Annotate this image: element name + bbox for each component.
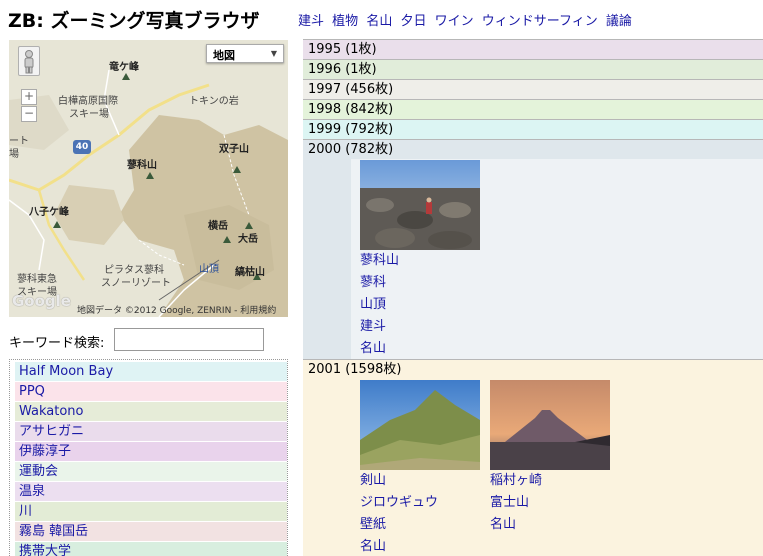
- photo-green-ridge[interactable]: [360, 380, 480, 470]
- keyword-item[interactable]: Wakatono: [15, 402, 287, 422]
- photo-tag-link[interactable]: 建斗: [360, 316, 480, 338]
- zoom-out-button[interactable]: −: [21, 106, 37, 122]
- map-type-select[interactable]: 地図 ▼: [206, 44, 284, 63]
- map-label-edge-2: 場: [9, 149, 19, 160]
- map-type-label: 地図: [213, 49, 235, 62]
- year-row[interactable]: 1997 (456枚): [303, 79, 763, 99]
- year-row[interactable]: 1999 (792枚): [303, 119, 763, 139]
- tag-link-sunset[interactable]: 夕日: [400, 14, 426, 29]
- year-row[interactable]: 1998 (842枚): [303, 99, 763, 119]
- year-row[interactable]: 1995 (1枚): [303, 39, 763, 59]
- year-block-2001: 2001 (1598枚) 剣山 ジロウギュウ 壁紙 名山 稲村ヶ崎 富士山 名山: [303, 359, 763, 556]
- keyword-item[interactable]: 霧島 韓国岳: [15, 522, 287, 542]
- map-label-futago: 双子山: [219, 144, 249, 155]
- keyword-item[interactable]: 川: [15, 502, 287, 522]
- keyword-item[interactable]: 温泉: [15, 482, 287, 502]
- keyword-item[interactable]: 携帯大学: [15, 542, 287, 556]
- map-attribution-text: 地図データ ©2012 Google, ZENRIN -: [77, 306, 241, 316]
- route-number-badge: 40: [73, 140, 91, 154]
- photo-tag-link[interactable]: 名山: [360, 338, 480, 360]
- keyword-item[interactable]: 運動会: [15, 462, 287, 482]
- photo-tag-link[interactable]: 蓼科: [360, 272, 480, 294]
- header: ZB: ズーミング写真ブラウザ 建斗 植物 名山 夕日 ワイン ウィンドサーフィ…: [0, 0, 763, 36]
- photo-tag-link[interactable]: 蓼科山: [360, 250, 480, 272]
- photo-fuji-sunset[interactable]: [490, 380, 610, 470]
- tag-link-wine[interactable]: ワイン: [435, 14, 474, 29]
- tag-link-plants[interactable]: 植物: [332, 14, 358, 29]
- keyword-search-input[interactable]: [114, 328, 264, 351]
- photo-tag-list: 剣山 ジロウギュウ 壁紙 名山: [360, 470, 480, 556]
- photo-tag-link[interactable]: 剣山: [360, 470, 480, 492]
- map-label-hachiko: 八子ケ峰: [29, 207, 69, 218]
- map-label-ryugamine: 竜ケ峰: [109, 62, 139, 73]
- header-tag-links: 建斗 植物 名山 夕日 ワイン ウィンドサーフィン 議論: [298, 10, 636, 29]
- map-label-tokin: トキンの岩: [189, 96, 239, 107]
- year-heading-2000[interactable]: 2000 (782枚): [303, 140, 763, 159]
- tag-link-discussion[interactable]: 議論: [606, 14, 632, 29]
- photo-tag-list: 蓼科山 蓼科 山頂 建斗 名山: [360, 250, 480, 360]
- photo-tag-list: 稲村ヶ崎 富士山 名山: [490, 470, 610, 536]
- photo-tag-link[interactable]: 名山: [490, 514, 610, 536]
- year-heading-2001[interactable]: 2001 (1598枚): [303, 360, 763, 379]
- map-label-pilatus-resort: スノーリゾート: [101, 278, 171, 289]
- tag-link-famous-mountains[interactable]: 名山: [366, 14, 392, 29]
- year-row[interactable]: 1996 (1枚): [303, 59, 763, 79]
- photo-column: 剣山 ジロウギュウ 壁紙 名山: [360, 380, 480, 556]
- tag-link-kento[interactable]: 建斗: [298, 14, 324, 29]
- street-view-pegman-icon[interactable]: [18, 46, 40, 76]
- keyword-item[interactable]: Half Moon Bay: [15, 362, 287, 382]
- keyword-item[interactable]: アサヒガニ: [15, 422, 287, 442]
- photo-column: 蓼科山 蓼科 山頂 建斗 名山: [360, 160, 480, 360]
- chevron-down-icon: ▼: [270, 49, 277, 58]
- terms-link[interactable]: 利用規約: [240, 306, 276, 316]
- map-label-yokodake: 横岳: [208, 221, 228, 232]
- zoom-in-button[interactable]: +: [21, 89, 37, 105]
- keyword-item[interactable]: 伊藤淳子: [15, 442, 287, 462]
- map-label-shimagare: 縞枯山: [235, 267, 265, 278]
- photo-column: 稲村ヶ崎 富士山 名山: [490, 380, 610, 536]
- map-label-ski: スキー場: [69, 109, 109, 120]
- map-label-sancho: 山頂: [199, 264, 219, 275]
- site-title: ZB: ズーミング写真ブラウザ: [8, 10, 260, 32]
- photo-rocky-summit[interactable]: [360, 160, 480, 250]
- photo-tag-link[interactable]: 名山: [360, 536, 480, 556]
- photo-tag-link[interactable]: 壁紙: [360, 514, 480, 536]
- map-attribution: 地図データ ©2012 Google, ZENRIN - 利用規約: [77, 303, 276, 316]
- map[interactable]: + − 地図 ▼ 竜ケ峰 白樺高原国際 スキー場 トキンの岩 蓼科山 双子山 八…: [9, 40, 288, 317]
- google-logo: Google: [12, 292, 71, 310]
- photo-tag-link[interactable]: 富士山: [490, 492, 610, 514]
- photo-tag-link[interactable]: 稲村ヶ崎: [490, 470, 610, 492]
- map-label-tateshina-yama: 蓼科山: [127, 160, 157, 171]
- keyword-search-label: キーワード検索:: [9, 336, 105, 351]
- keyword-list: Half Moon Bay PPQ Wakatono アサヒガニ 伊藤淳子 運動…: [9, 359, 288, 556]
- year-block-2000: 2000 (782枚) 蓼科山 蓼科 山頂 建斗 名山: [303, 139, 763, 360]
- tag-link-windsurfing[interactable]: ウィンドサーフィン: [482, 14, 598, 29]
- photo-tag-link[interactable]: ジロウギュウ: [360, 492, 480, 514]
- map-label-oodake: 大岳: [238, 234, 258, 245]
- photo-tag-link[interactable]: 山頂: [360, 294, 480, 316]
- keyword-item[interactable]: PPQ: [15, 382, 287, 402]
- year-timeline: 1995 (1枚) 1996 (1枚) 1997 (456枚) 1998 (84…: [303, 39, 763, 556]
